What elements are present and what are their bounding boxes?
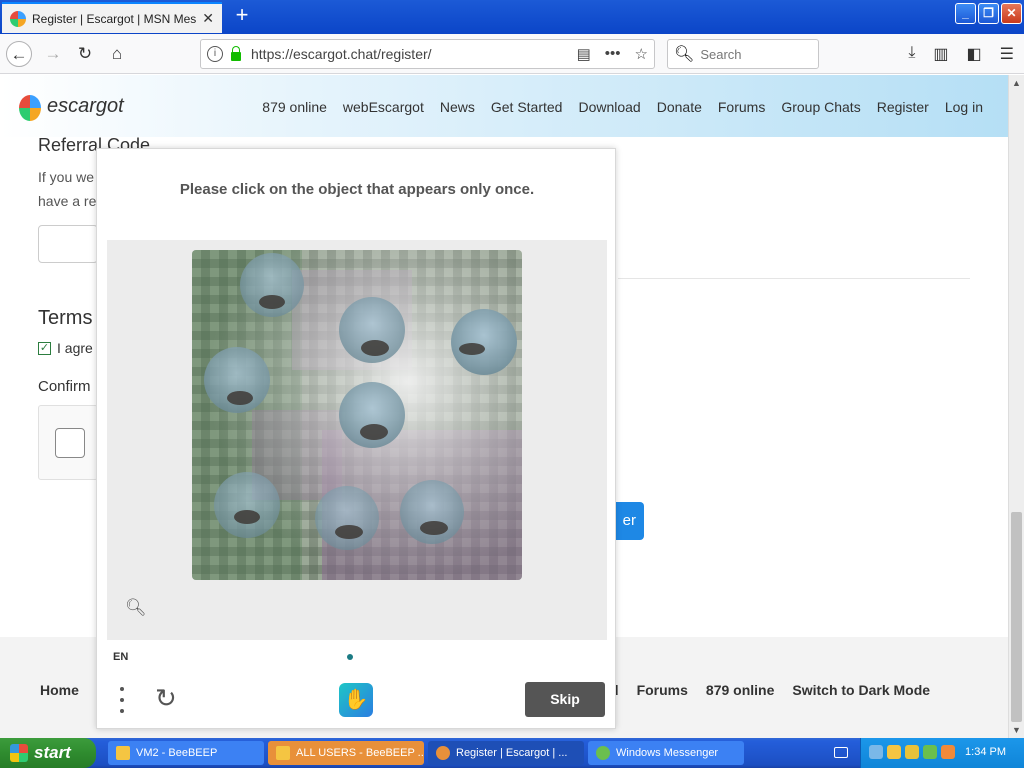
zoom-icon[interactable]: 🔍︎: [125, 598, 147, 618]
browser-tab[interactable]: Register | Escargot | MSN Messen ✕: [2, 2, 222, 33]
search-placeholder: Search: [700, 46, 742, 62]
taskbar: start VM2 - BeeBEEP ALL USERS - BeeBEEP …: [0, 738, 1024, 768]
agree-label: I agre: [57, 340, 93, 356]
nav-forums[interactable]: Forums: [718, 99, 765, 115]
nav-webescargot[interactable]: webEscargot: [343, 99, 424, 115]
taskbar-item-register[interactable]: Register | Escargot | ...: [428, 741, 584, 765]
taskbar-item-windows-messenger[interactable]: Windows Messenger: [588, 741, 744, 765]
taskbar-item-all-users[interactable]: ALL USERS - BeeBEEP ...: [268, 741, 424, 765]
nav-donate[interactable]: Donate: [657, 99, 702, 115]
restore-button[interactable]: ❐: [978, 3, 999, 24]
downloads-icon[interactable]: ⤓: [908, 44, 915, 64]
tab-title: Register | Escargot | MSN Messen: [32, 11, 197, 26]
beebeep-tray-icon[interactable]: [887, 745, 901, 759]
library-icon[interactable]: ▥: [933, 44, 948, 64]
nav-download[interactable]: Download: [578, 99, 640, 115]
challenge-image[interactable]: [192, 250, 522, 580]
hcaptcha-logo-icon[interactable]: ✋: [339, 683, 373, 717]
beebeep-icon: [276, 746, 290, 760]
minimize-button[interactable]: _: [955, 3, 976, 24]
reload-button[interactable]: ↻: [72, 41, 98, 67]
network-icon[interactable]: [869, 745, 883, 759]
terms-heading: Terms: [38, 307, 93, 329]
page-actions-icon[interactable]: •••: [605, 45, 621, 63]
taskbar-item-label: Windows Messenger: [616, 747, 719, 759]
nav-group-chats[interactable]: Group Chats: [781, 99, 860, 115]
language-selector[interactable]: EN: [113, 651, 128, 663]
firefox-icon: [436, 746, 450, 760]
site-logo-text[interactable]: escargot: [47, 95, 124, 118]
url-text[interactable]: https://escargot.chat/register/: [251, 46, 577, 62]
lock-icon: [231, 45, 241, 61]
challenge-area: 🔍︎: [107, 240, 607, 640]
keyboard-icon[interactable]: [834, 747, 848, 758]
tray-icons: [869, 745, 955, 759]
close-window-button[interactable]: ✕: [1001, 3, 1022, 24]
browser-nav-bar: ← → ↻ ⌂ i https://escargot.chat/register…: [0, 34, 1024, 74]
hcaptcha-checkbox[interactable]: [55, 428, 85, 458]
skip-button[interactable]: Skip: [525, 682, 605, 717]
start-label: start: [34, 743, 71, 762]
clock: 1:34 PM: [965, 746, 1006, 758]
more-options-icon[interactable]: [119, 687, 125, 713]
nav-online-count[interactable]: 879 online: [262, 99, 327, 115]
info-icon[interactable]: i: [207, 46, 223, 62]
address-bar[interactable]: i https://escargot.chat/register/ ▤ ••• …: [200, 39, 655, 69]
agree-row[interactable]: ✓ I agre: [38, 340, 93, 356]
taskbar-item-label: Register | Escargot | ...: [456, 747, 568, 759]
nav-get-started[interactable]: Get Started: [491, 99, 563, 115]
hcaptcha-challenge-modal: Please click on the object that appears …: [96, 148, 616, 729]
messenger-icon: [596, 746, 610, 760]
beebeep-icon: [116, 746, 130, 760]
home-button[interactable]: ⌂: [104, 41, 130, 67]
page-scrollbar[interactable]: ▲ ▼: [1008, 75, 1024, 738]
scroll-up-icon[interactable]: ▲: [1012, 78, 1021, 88]
window-controls: _ ❐ ✕: [955, 3, 1022, 24]
divider: [618, 278, 970, 279]
forward-button[interactable]: →: [40, 41, 66, 67]
scrollbar-thumb[interactable]: [1011, 512, 1022, 722]
new-tab-button[interactable]: +: [230, 4, 254, 28]
footer-forums-link[interactable]: Forums: [637, 682, 688, 698]
nav-news[interactable]: News: [440, 99, 475, 115]
escargot-logo-icon[interactable]: [19, 95, 41, 121]
challenge-progress-dot: [347, 654, 353, 660]
messenger-tray-icon[interactable]: [923, 745, 937, 759]
confirm-label: Confirm: [38, 378, 91, 395]
search-tray-icon[interactable]: [941, 745, 955, 759]
start-button[interactable]: start: [0, 738, 96, 768]
footer-links: d Forums 879 online Switch to Dark Mode: [610, 682, 930, 698]
sidebar-icon[interactable]: ◧: [967, 44, 982, 64]
site-header: escargot 879 online webEscargot News Get…: [0, 75, 1008, 137]
hcaptcha-widget: [38, 405, 98, 480]
reader-view-icon[interactable]: ▤: [577, 45, 591, 63]
footer-online-count[interactable]: 879 online: [706, 682, 774, 698]
search-icon: 🔍︎: [674, 46, 695, 63]
bookmark-star-icon[interactable]: ☆: [635, 45, 648, 63]
challenge-prompt: Please click on the object that appears …: [179, 181, 535, 198]
site-nav: 879 online webEscargot News Get Started …: [262, 99, 983, 115]
windows-logo-icon: [10, 744, 28, 762]
referral-code-input[interactable]: [38, 225, 98, 263]
agree-checkbox[interactable]: ✓: [38, 341, 51, 355]
system-tray: 1:34 PM: [860, 738, 1024, 768]
browser-tab-bar: Register | Escargot | MSN Messen ✕ + _ ❐…: [0, 0, 1024, 34]
nav-register[interactable]: Register: [877, 99, 929, 115]
footer-home-link[interactable]: Home: [40, 682, 79, 698]
footer-dark-mode-link[interactable]: Switch to Dark Mode: [792, 682, 930, 698]
taskbar-item-label: ALL USERS - BeeBEEP ...: [296, 747, 424, 759]
menu-icon[interactable]: ☰: [1000, 44, 1014, 64]
back-button[interactable]: ←: [6, 41, 32, 67]
scroll-down-icon[interactable]: ▼: [1012, 725, 1021, 735]
security-shield-icon[interactable]: [905, 745, 919, 759]
taskbar-item-vm2[interactable]: VM2 - BeeBEEP: [108, 741, 264, 765]
toolbar-icons: ⤓ ▥ ◧ ☰: [908, 44, 1014, 64]
nav-login[interactable]: Log in: [945, 99, 983, 115]
close-tab-icon[interactable]: ✕: [202, 10, 214, 27]
search-box[interactable]: 🔍︎ Search: [667, 39, 819, 69]
taskbar-item-label: VM2 - BeeBEEP: [136, 747, 218, 759]
escargot-favicon-icon: [10, 10, 26, 27]
challenge-canvas[interactable]: [192, 250, 522, 580]
refresh-icon[interactable]: ↻: [155, 685, 177, 711]
